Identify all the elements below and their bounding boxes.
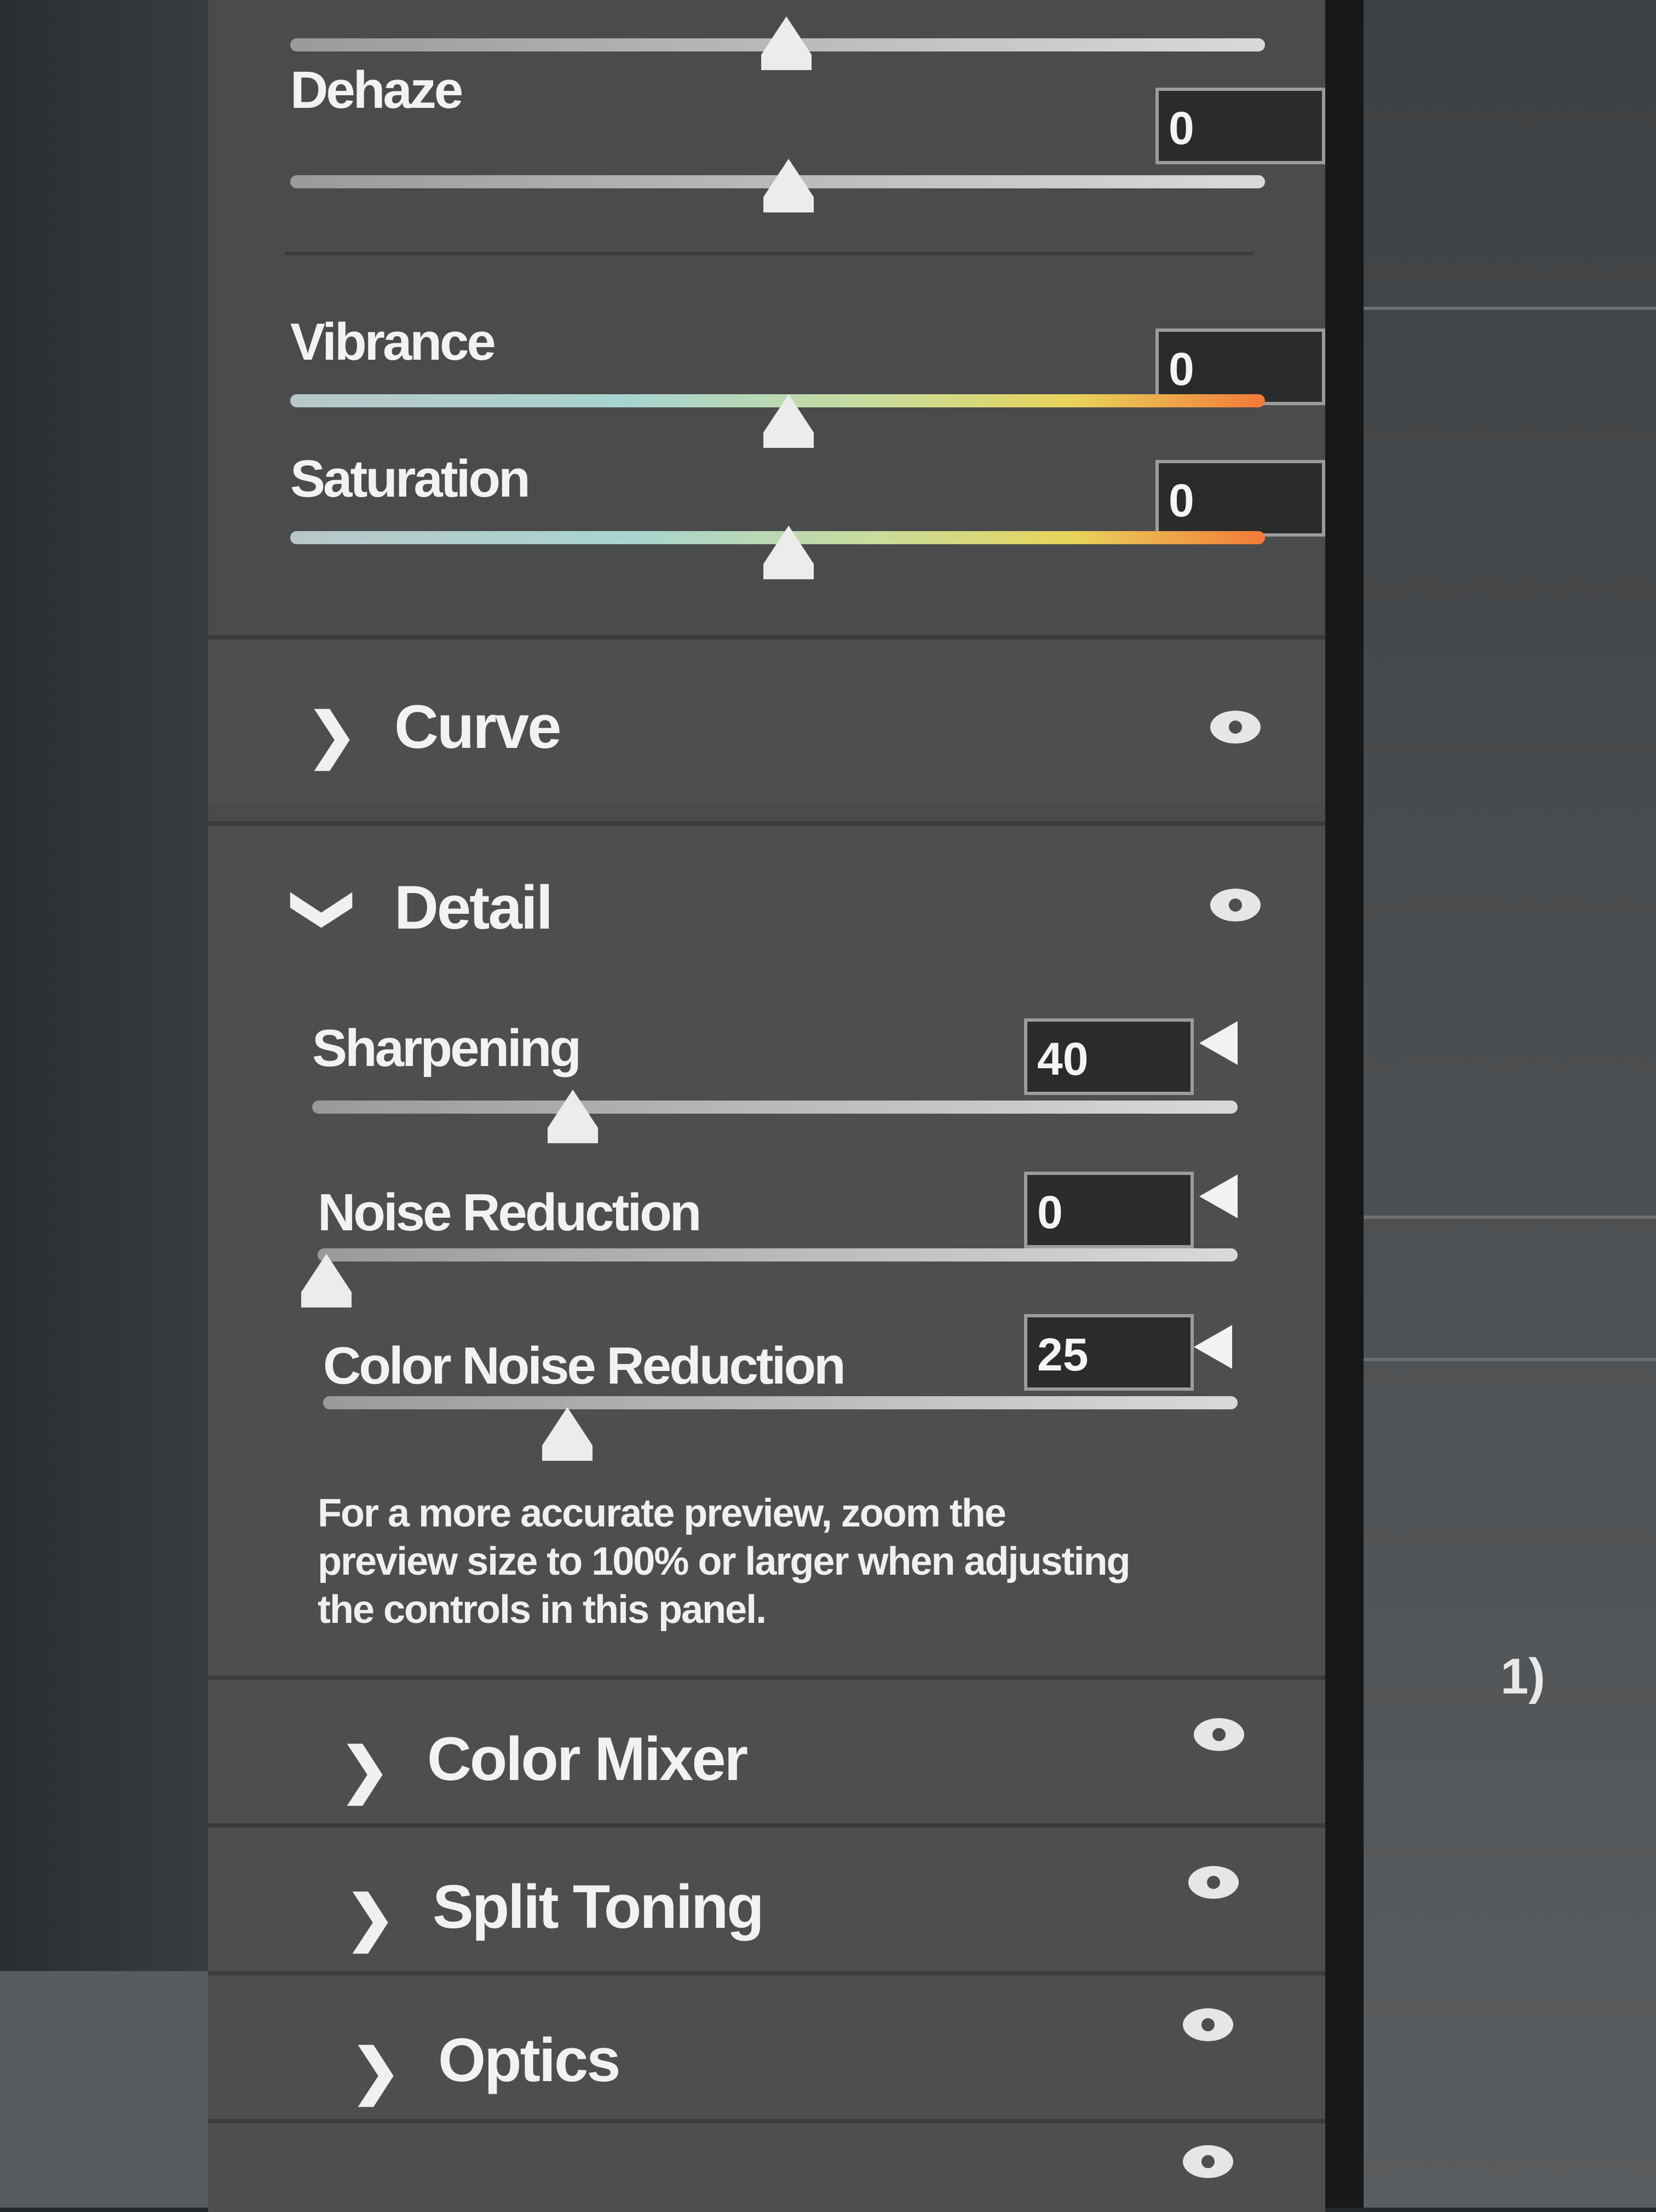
- color-noise-reduction-thumb[interactable]: [542, 1407, 593, 1461]
- edge-label: 1): [1500, 1649, 1545, 1704]
- noise-reduction-slider: Noise Reduction 0: [318, 1172, 1243, 1314]
- section-title-curve: Curve: [394, 693, 561, 761]
- chevron-right-icon: ❯: [340, 1736, 390, 1804]
- eye-icon[interactable]: [1210, 889, 1261, 921]
- dehaze-thumb[interactable]: [763, 159, 814, 212]
- triangle-left-icon[interactable]: [1194, 1325, 1232, 1369]
- eye-icon[interactable]: [1210, 711, 1261, 744]
- sharpening-thumb[interactable]: [548, 1090, 598, 1143]
- section-title-split-toning: Split Toning: [433, 1873, 764, 1941]
- chevron-right-icon: ❯: [307, 701, 358, 769]
- panel-edge: [1325, 0, 1364, 2208]
- dehaze-label: Dehaze: [290, 61, 463, 119]
- dehaze-value-field[interactable]: 0: [1155, 88, 1325, 164]
- section-curve[interactable]: ❯ Curve: [208, 635, 1325, 804]
- section-split-toning[interactable]: ❯ Split Toning: [208, 1823, 1325, 1975]
- color-noise-reduction-track[interactable]: [323, 1396, 1238, 1409]
- chevron-right-icon: ❯: [345, 1884, 396, 1951]
- divider: [1336, 1216, 1656, 1219]
- background-left: [0, 0, 219, 1971]
- slider-thumb[interactable]: [761, 16, 812, 70]
- section-title-detail: Detail: [394, 873, 553, 942]
- section-optics[interactable]: ❯ Optics: [208, 1971, 1325, 2123]
- color-noise-reduction-value-field[interactable]: 25: [1024, 1314, 1194, 1391]
- background-right: [1336, 0, 1656, 2208]
- section-title-color-mixer: Color Mixer: [427, 1725, 748, 1793]
- color-noise-reduction-label: Color Noise Reduction: [323, 1337, 846, 1395]
- divider: [1336, 307, 1656, 310]
- chevron-down-icon: ❯: [292, 884, 360, 936]
- sharpening-slider: Sharpening 40: [312, 1018, 1243, 1150]
- eye-icon[interactable]: [1194, 1718, 1244, 1751]
- noise-reduction-track[interactable]: [318, 1248, 1238, 1261]
- sharpening-value-field[interactable]: 40: [1024, 1018, 1194, 1095]
- triangle-left-icon[interactable]: [1199, 1021, 1238, 1065]
- section-cut-off[interactable]: [208, 2119, 1325, 2212]
- chevron-right-icon: ❯: [350, 2037, 401, 2105]
- eye-icon[interactable]: [1183, 2145, 1233, 2178]
- sharpening-track[interactable]: [312, 1101, 1238, 1114]
- noise-reduction-value-field[interactable]: 0: [1024, 1172, 1194, 1248]
- sharpening-label: Sharpening: [312, 1019, 582, 1078]
- saturation-thumb[interactable]: [763, 526, 814, 579]
- saturation-value-field[interactable]: 0: [1155, 460, 1325, 537]
- vibrance-value-field[interactable]: 0: [1155, 329, 1325, 405]
- detail-hint-text: For a more accurate preview, zoom the pr…: [318, 1491, 1130, 1632]
- noise-reduction-thumb[interactable]: [301, 1254, 352, 1307]
- eye-icon[interactable]: [1188, 1866, 1239, 1899]
- noise-reduction-label: Noise Reduction: [318, 1183, 702, 1242]
- divider: [1336, 1358, 1656, 1361]
- triangle-left-icon[interactable]: [1199, 1174, 1238, 1218]
- eye-icon[interactable]: [1183, 2008, 1233, 2041]
- color-noise-reduction-slider: Color Noise Reduction 25: [323, 1314, 1243, 1467]
- edit-panel: Dehaze 0 Vibrance 0 Saturation 0 ❯ Curve…: [208, 0, 1325, 2212]
- vibrance-label: Vibrance: [290, 313, 496, 371]
- divider: [285, 252, 1254, 255]
- vibrance-thumb[interactable]: [763, 394, 814, 448]
- section-detail-header[interactable]: ❯ Detail: [208, 821, 1325, 979]
- section-color-mixer[interactable]: ❯ Color Mixer: [208, 1675, 1325, 1828]
- section-title-optics: Optics: [438, 2026, 621, 2094]
- saturation-label: Saturation: [290, 450, 531, 508]
